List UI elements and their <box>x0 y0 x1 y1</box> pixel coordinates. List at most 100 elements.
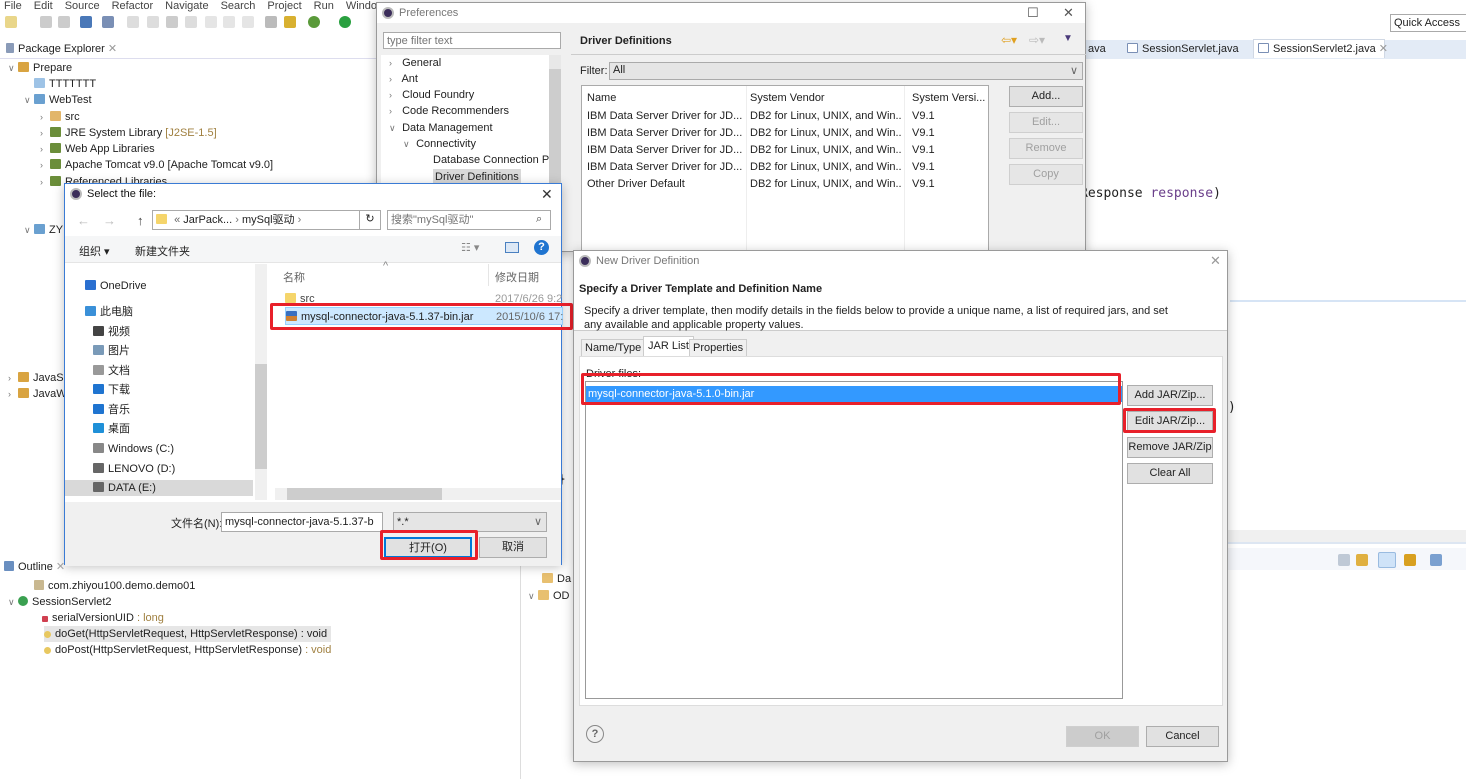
data-source-item[interactable]: ∨ OD <box>528 588 570 604</box>
quick-access-input[interactable]: Quick Access <box>1390 14 1466 32</box>
tab-jar-list[interactable]: JAR List <box>643 336 694 357</box>
nav-item[interactable]: DATA (E:) <box>65 480 253 496</box>
close-icon[interactable]: ✕ <box>108 43 117 55</box>
remove-button[interactable]: Remove <box>1009 138 1083 159</box>
filename-input[interactable]: mysql-connector-java-5.1.37-b <box>221 512 383 532</box>
organize-button[interactable]: 组织 ▾ <box>79 243 110 259</box>
collapse-all-icon[interactable] <box>1338 554 1350 566</box>
tree-item-javaw[interactable]: › JavaW <box>8 386 67 402</box>
breadcrumb-mysql[interactable]: mySql驱动 <box>242 214 295 226</box>
nav-item[interactable]: 视频 <box>65 324 253 340</box>
tree-item-javas[interactable]: › JavaS <box>8 370 64 386</box>
terminate-icon[interactable] <box>166 16 178 28</box>
editor-tab-sessionservlet2[interactable]: SessionServlet2.java ✕ <box>1253 39 1388 58</box>
step-over-icon[interactable] <box>223 16 235 28</box>
hierarchy-icon[interactable] <box>1378 552 1396 568</box>
column-header-name[interactable]: Name <box>587 92 616 104</box>
close-icon[interactable]: ✕ <box>1379 43 1388 55</box>
drop-frame-icon[interactable] <box>265 16 277 28</box>
help-icon[interactable]: ? <box>534 240 549 255</box>
skip-breakpoints-icon[interactable] <box>102 16 114 28</box>
save-icon[interactable] <box>40 16 52 28</box>
data-source-item[interactable]: Da <box>542 571 571 587</box>
menu-file[interactable]: File <box>4 0 22 12</box>
driver-table-row[interactable]: IBM Data Server Driver for JD... DB2 for … <box>582 125 988 142</box>
filetype-select[interactable]: *.* ∨ <box>393 512 547 532</box>
column-header-vendor[interactable]: System Vendor <box>750 92 825 104</box>
tree-item-src[interactable]: › src <box>40 109 80 125</box>
preview-pane-icon[interactable] <box>505 242 519 253</box>
tree-item-jre[interactable]: › JRE System Library [J2SE-1.5] <box>40 125 217 141</box>
tab-package-explorer[interactable]: Package Explorer ✕ <box>0 40 125 59</box>
nav-item[interactable]: 下载 <box>65 382 253 398</box>
nav-item[interactable]: OneDrive <box>65 278 253 294</box>
outline-item-package[interactable]: com.zhiyou100.demo.demo01 <box>24 578 195 594</box>
pref-item-code-recommenders[interactable]: › Code Recommenders <box>389 103 509 119</box>
step-into-icon[interactable] <box>205 16 217 28</box>
new-folder-button[interactable]: 新建文件夹 <box>135 243 190 259</box>
nav-item[interactable]: 此电脑 <box>65 304 253 320</box>
tree-item-prepare[interactable]: ∨ Prepare <box>8 60 72 76</box>
save-all-icon[interactable] <box>58 16 70 28</box>
forward-icon[interactable]: → <box>103 213 116 228</box>
connect-icon[interactable] <box>1404 554 1416 566</box>
pref-item-ant[interactable]: › Ant <box>389 71 418 87</box>
pref-item-general[interactable]: › General <box>389 55 441 71</box>
nav-item[interactable]: 图片 <box>65 343 253 359</box>
nav-item[interactable]: 文档 <box>65 363 253 379</box>
import-icon[interactable] <box>1430 554 1442 566</box>
help-icon[interactable]: ? <box>586 725 604 743</box>
menu-navigate[interactable]: Navigate <box>165 0 208 12</box>
remove-jar-button[interactable]: Remove JAR/Zip <box>1127 437 1213 458</box>
outline-item-class[interactable]: ∨ SessionServlet2 <box>8 594 112 610</box>
nav-item[interactable]: 音乐 <box>65 402 253 418</box>
search-input[interactable] <box>387 210 551 230</box>
close-icon[interactable]: ✕ <box>1210 251 1221 271</box>
menu-edit[interactable]: Edit <box>34 0 53 12</box>
tree-item-webtest[interactable]: ∨ WebTest <box>24 92 92 108</box>
nav-item[interactable]: Windows (C:) <box>65 441 253 457</box>
column-name[interactable]: 名称 <box>283 269 305 285</box>
nav-item[interactable]: 桌面 <box>65 421 253 437</box>
view-menu-icon[interactable]: ▼ <box>1063 33 1073 44</box>
outline-item-dopost[interactable]: doPost(HttpServletRequest, HttpServletRe… <box>44 642 331 658</box>
file-list-h-scrollbar[interactable] <box>275 488 561 500</box>
driver-table-row[interactable]: IBM Data Server Driver for JD... DB2 for … <box>582 108 988 125</box>
close-icon[interactable]: ✕ <box>541 184 553 204</box>
menu-refactor[interactable]: Refactor <box>112 0 154 12</box>
nav-item[interactable]: LENOVO (D:) <box>65 461 253 477</box>
back-icon[interactable]: ← <box>77 213 90 228</box>
new-icon[interactable] <box>5 16 17 28</box>
filter-select[interactable]: All ∨ <box>609 62 1083 80</box>
tab-name-type[interactable]: Name/Type <box>581 339 646 357</box>
refresh-button[interactable]: ↻ <box>359 210 381 230</box>
pref-item-connectivity[interactable]: ∨ Connectivity <box>403 136 476 152</box>
pref-item-db-connection[interactable]: Database Connection Pr <box>433 152 549 168</box>
view-options-icon[interactable]: ☷ ▾ <box>461 241 479 254</box>
pref-item-data-management[interactable]: ∨ Data Management <box>389 120 493 136</box>
filter-input[interactable] <box>383 32 561 49</box>
nav-scrollbar[interactable] <box>255 264 267 500</box>
menu-source[interactable]: Source <box>65 0 100 12</box>
debug-icon[interactable] <box>308 16 320 28</box>
driver-table-row[interactable]: IBM Data Server Driver for JD... DB2 for … <box>582 159 988 176</box>
cancel-button[interactable]: Cancel <box>1146 726 1219 747</box>
maximize-icon[interactable]: ☐ <box>1027 3 1039 23</box>
add-button[interactable]: Add... <box>1009 86 1083 107</box>
forward-arrow-icon[interactable]: ⇨▾ <box>1029 33 1045 47</box>
address-bar[interactable]: « JarPack... › mySql驱动 › ∨ <box>152 210 377 230</box>
clear-all-button[interactable]: Clear All <box>1127 463 1213 484</box>
copy-button[interactable]: Copy <box>1009 164 1083 185</box>
editor-tab[interactable]: ava <box>1088 40 1106 59</box>
ok-button[interactable]: OK <box>1066 726 1139 747</box>
tab-outline[interactable]: Outline ✕ <box>4 558 65 577</box>
tree-item-webapp-libs[interactable]: › Web App Libraries <box>40 141 155 157</box>
edit-button[interactable]: Edit... <box>1009 112 1083 133</box>
outline-item-doget[interactable]: doGet(HttpServletRequest, HttpServletRes… <box>44 626 332 642</box>
outline-item-field[interactable]: serialVersionUID : long <box>42 610 164 626</box>
run-icon[interactable] <box>339 16 351 28</box>
step-return-icon[interactable] <box>242 16 254 28</box>
menu-project[interactable]: Project <box>267 0 301 12</box>
tree-item-zy[interactable]: ∨ ZY <box>24 222 63 238</box>
menu-run[interactable]: Run <box>314 0 334 12</box>
